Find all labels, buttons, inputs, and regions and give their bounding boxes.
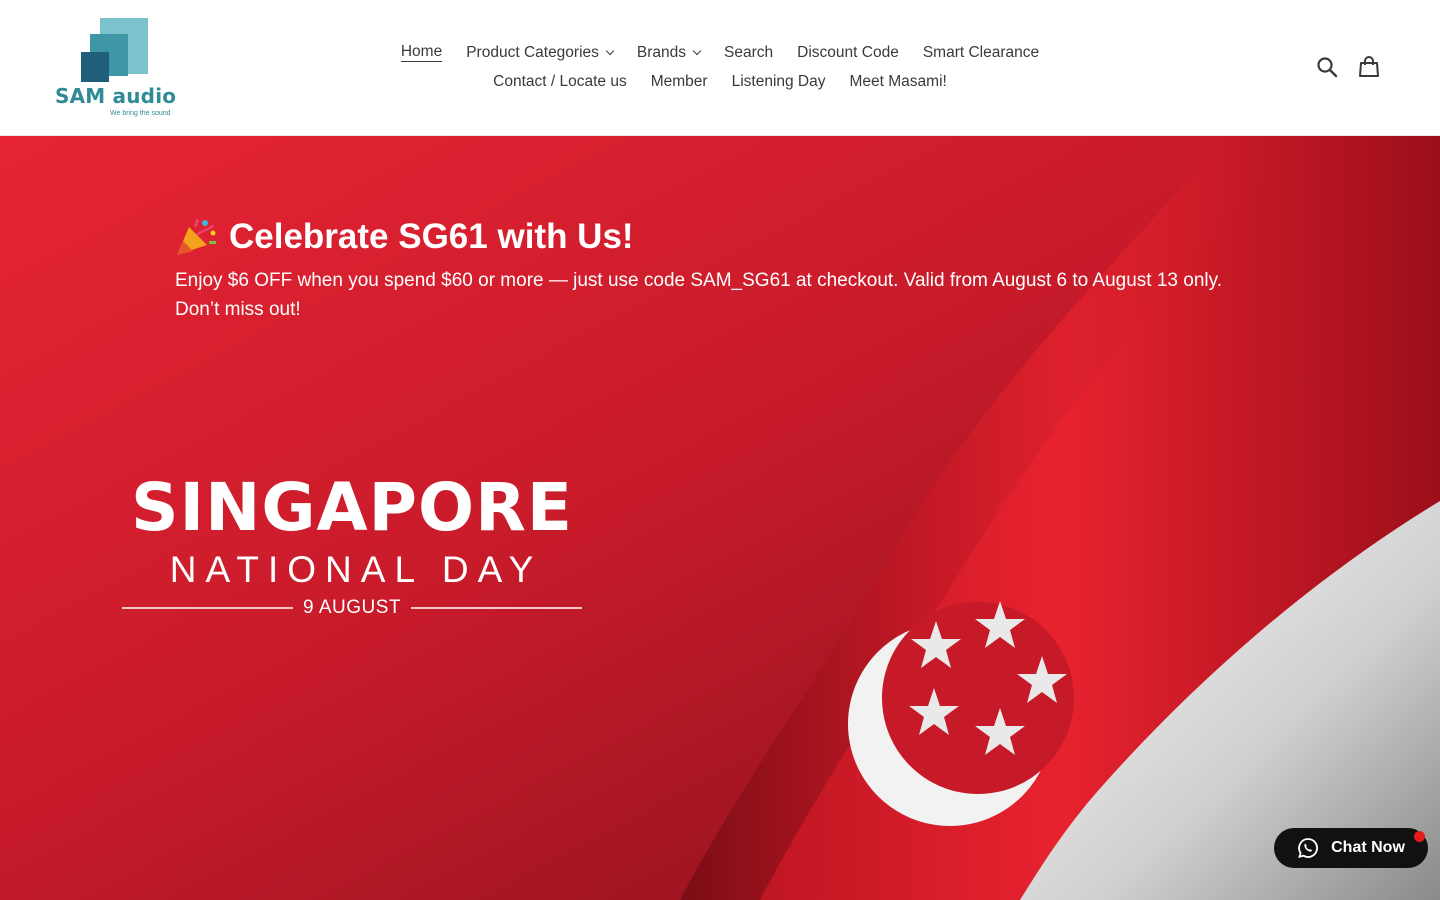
nav-listening-day-label: Listening Day — [731, 72, 826, 90]
nav-brands[interactable]: Brands — [625, 44, 712, 62]
party-popper-icon — [177, 218, 216, 255]
nav-row-secondary: Contact / Locate us Member Listening Day… — [330, 67, 1110, 96]
site-header: SAM audio We bring the sound Home Produc… — [0, 0, 1440, 136]
main-nav: Home Product Categories Brands Search Di… — [330, 38, 1110, 96]
nav-home[interactable]: Home — [389, 43, 454, 62]
nav-row-primary: Home Product Categories Brands Search Di… — [330, 38, 1110, 67]
nav-search[interactable]: Search — [712, 44, 785, 62]
cart-icon[interactable] — [1358, 55, 1380, 79]
logo-mark-icon — [81, 18, 148, 82]
promo-title-row: Celebrate SG61 with Us! — [175, 214, 1255, 260]
nav-brands-label: Brands — [636, 43, 687, 61]
logo-tagline: We bring the sound — [110, 110, 171, 117]
nav-product-categories[interactable]: Product Categories — [454, 44, 625, 62]
header-icons — [1316, 55, 1380, 79]
promo-body: Enjoy $6 OFF when you spend $60 or more … — [175, 270, 1222, 320]
chevron-down-icon — [605, 46, 615, 55]
nav-product-categories-label: Product Categories — [466, 43, 599, 61]
chat-now-button[interactable]: Chat Now — [1274, 828, 1428, 868]
banner-title: SINGAPORE — [131, 469, 573, 546]
divider-line — [411, 607, 583, 609]
nav-member[interactable]: Member — [639, 73, 720, 91]
nav-contact-label: Contact / Locate us — [493, 72, 627, 90]
notification-dot — [1414, 831, 1425, 842]
logo-text: SAM audio — [55, 84, 177, 108]
nav-discount-code[interactable]: Discount Code — [785, 44, 911, 62]
search-icon[interactable] — [1316, 55, 1338, 79]
nav-discount-code-label: Discount Code — [797, 43, 899, 61]
nav-meet-masami[interactable]: Meet Masami! — [838, 73, 959, 91]
nav-search-label: Search — [724, 43, 774, 61]
banner-subtitle: NATIONAL DAY — [169, 549, 543, 590]
nav-member-label: Member — [650, 72, 708, 90]
promo-title: Celebrate SG61 with Us! — [229, 217, 634, 256]
national-day-title: SINGAPORE NATIONAL DAY 9 AUGUST — [122, 468, 583, 620]
nav-smart-clearance-label: Smart Clearance — [922, 43, 1040, 61]
nav-home-label: Home — [400, 43, 443, 62]
banner-date: 9 AUGUST — [303, 597, 401, 618]
hero-banner: Celebrate SG61 with Us! Enjoy $6 OFF whe… — [0, 136, 1440, 900]
divider-line — [122, 607, 294, 609]
banner-date-row: 9 AUGUST — [122, 596, 583, 620]
nav-listening-day[interactable]: Listening Day — [720, 73, 838, 91]
whatsapp-icon — [1298, 838, 1319, 858]
chevron-down-icon — [692, 46, 702, 55]
nav-smart-clearance[interactable]: Smart Clearance — [911, 44, 1051, 62]
nav-meet-masami-label: Meet Masami! — [849, 72, 947, 90]
promo-block: Celebrate SG61 with Us! Enjoy $6 OFF whe… — [175, 214, 1255, 324]
site-logo[interactable]: SAM audio We bring the sound — [52, 16, 182, 122]
chat-now-label: Chat Now — [1331, 839, 1405, 856]
nav-contact[interactable]: Contact / Locate us — [481, 73, 639, 91]
